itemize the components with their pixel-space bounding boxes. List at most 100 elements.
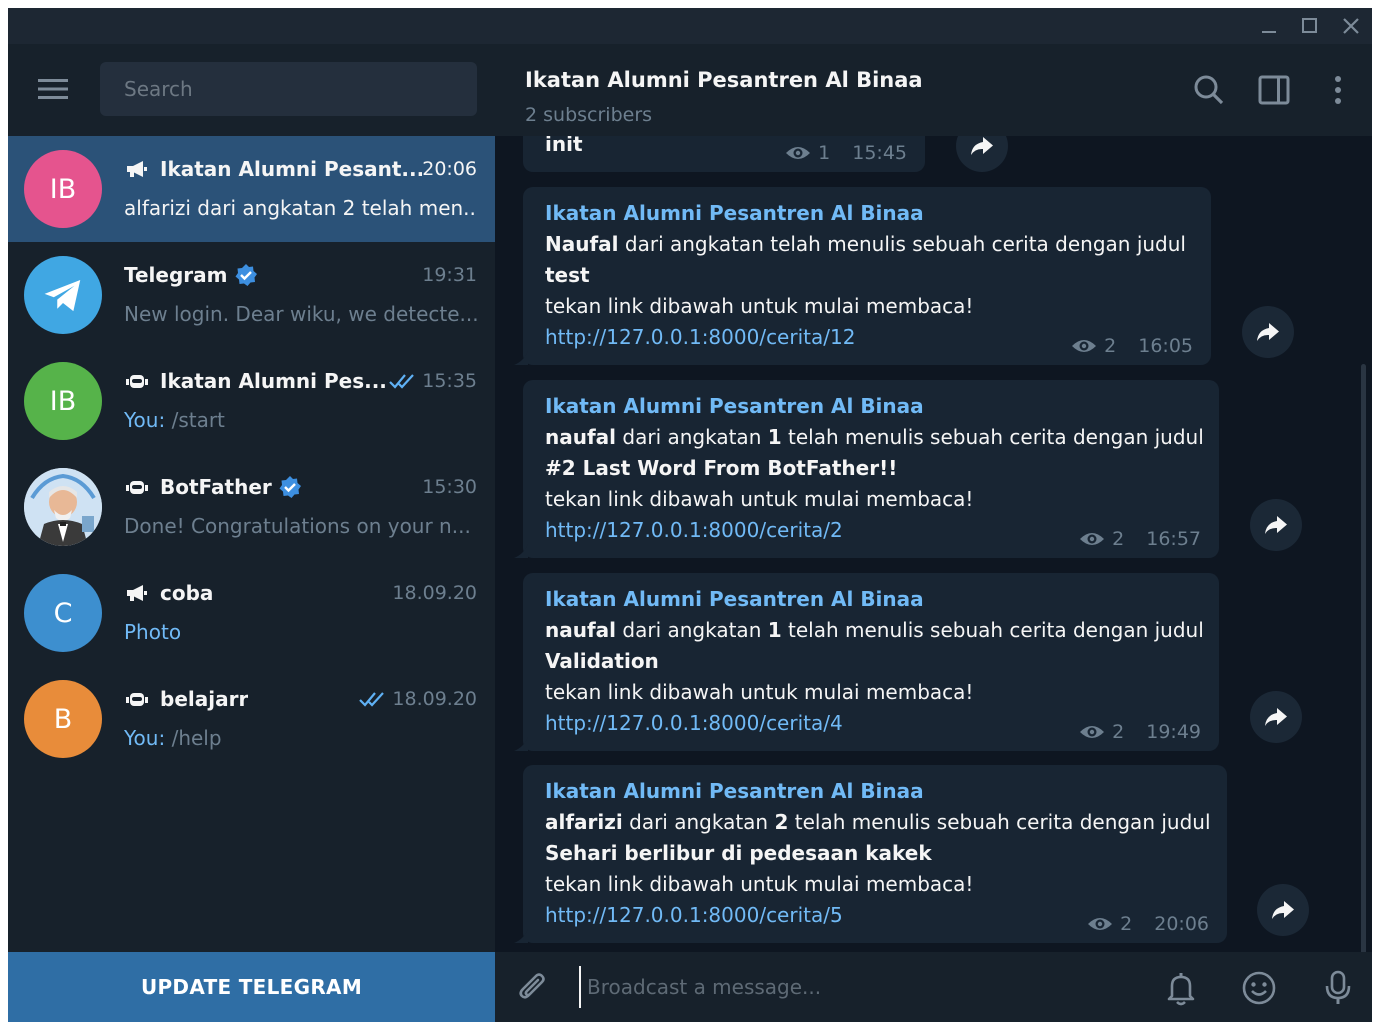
avatar: IB (24, 362, 102, 440)
message-input[interactable] (579, 966, 1139, 1008)
maximize-icon[interactable] (1294, 14, 1324, 38)
message-meta: 1 15:45 (784, 142, 907, 164)
forward-button[interactable] (1242, 306, 1294, 358)
notification-bell-icon[interactable] (1162, 969, 1200, 1007)
forward-button[interactable] (1250, 691, 1302, 743)
preview-text: /help (165, 726, 222, 750)
chat-preview: alfarizi dari angkatan 2 telah men... (124, 196, 477, 220)
story-title: test (545, 263, 590, 287)
double-check-icon (359, 692, 385, 707)
chat-list: IB Ikatan Alumni Pesant... 20:06 alfariz… (8, 136, 495, 772)
message-meta: 2 20:06 (1086, 913, 1209, 935)
author-name: naufal (545, 425, 617, 449)
chat-name: coba (160, 581, 214, 605)
more-options-icon[interactable] (1320, 72, 1356, 108)
views-count: 2 (1112, 721, 1125, 743)
message-line: Naufal dari angkatan telah menulis sebua… (545, 232, 1186, 256)
message-bubble: Ikatan Alumni Pesantren Al Binaa naufal … (514, 573, 1219, 751)
chat-preview: You: /start (124, 408, 477, 432)
bot-icon (126, 693, 148, 706)
conversation-panel: init 1 15:45 Ikatan Alumni Pesantren Al … (495, 44, 1372, 1022)
chat-preview: Photo (124, 620, 477, 644)
message-sender: Ikatan Alumni Pesantren Al Binaa (545, 587, 924, 611)
search-input[interactable] (100, 62, 477, 116)
message-line-text: dari angkatan (616, 618, 768, 642)
update-telegram-button[interactable]: UPDATE TELEGRAM (8, 952, 495, 1022)
forward-button[interactable] (1250, 499, 1302, 551)
forward-button[interactable] (1257, 884, 1309, 936)
views-count: 2 (1104, 335, 1117, 357)
story-title: Sehari berlibur di pedesaan kakek (545, 841, 932, 865)
chat-list-panel: IB Ikatan Alumni Pesant... 20:06 alfariz… (8, 44, 495, 1022)
avatar-initials: C (53, 597, 73, 629)
chat-item-ikatan-alumni-channel[interactable]: IB Ikatan Alumni Pesant... 20:06 alfariz… (8, 136, 495, 242)
chat-time: 19:31 (422, 264, 477, 286)
chat-name: belajarr (160, 687, 249, 711)
share-arrow-icon (1265, 516, 1287, 534)
chat-subtitle: 2 subscribers (525, 104, 653, 126)
story-link[interactable]: http://127.0.0.1:8000/cerita/2 (545, 518, 843, 542)
botfather-avatar-icon (24, 468, 102, 546)
megaphone-icon (127, 585, 147, 601)
chat-item-coba[interactable]: C coba 18.09.20 Photo (8, 560, 495, 666)
message-line-text: telah menulis sebuah cerita dengan judul (781, 425, 1204, 449)
double-check-icon (389, 374, 415, 389)
preview-you-label: You: (124, 726, 166, 750)
share-arrow-icon (971, 137, 993, 155)
message-time: 16:57 (1146, 528, 1201, 550)
search-icon[interactable] (1191, 72, 1227, 108)
preview-media-label: Photo (124, 620, 182, 644)
avatar-initials: B (53, 703, 73, 735)
minimize-icon[interactable] (1254, 14, 1284, 38)
message-time: 20:06 (1154, 913, 1209, 935)
chat-name: Telegram (124, 263, 228, 287)
chat-title[interactable]: Ikatan Alumni Pesantren Al Binaa (525, 68, 923, 92)
message-line-text: telah menulis sebuah cerita dengan judul (781, 618, 1204, 642)
message-instruction: tekan link dibawah untuk mulai membaca! (545, 294, 974, 318)
search-box (100, 62, 477, 116)
bubble-tail (514, 737, 528, 751)
chat-item-botfather[interactable]: BotFather 15:30 Done! Congratulations on… (8, 454, 495, 560)
views-count: 1 (818, 142, 831, 164)
chat-time: 18.09.20 (392, 582, 477, 604)
chat-item-belajarr[interactable]: B belajarr 18.09.20 You: /help (8, 666, 495, 772)
message-line: naufal dari angkatan 1 telah menulis seb… (545, 425, 1204, 449)
chat-time: 18.09.20 (392, 688, 477, 710)
message-meta: 2 16:57 (1078, 528, 1201, 550)
chat-item-telegram[interactable]: Telegram 19:31 New login. Dear wiku, we … (8, 242, 495, 348)
grade-number: 2 (774, 810, 789, 834)
bot-icon (126, 375, 148, 388)
chat-item-ikatan-alumni-bot[interactable]: IB Ikatan Alumni Pes... 15:35 You: /star… (8, 348, 495, 454)
emoji-smile-icon[interactable] (1240, 969, 1278, 1007)
message-instruction: tekan link dibawah untuk mulai membaca! (545, 680, 974, 704)
chat-preview: New login. Dear wiku, we detecte... (124, 302, 477, 326)
avatar-initials: IB (49, 385, 77, 417)
avatar (24, 256, 102, 334)
sidebar-toggle-icon[interactable] (1256, 72, 1292, 108)
title-bar (8, 8, 1372, 44)
message-bubble: Ikatan Alumni Pesantren Al Binaa alfariz… (514, 765, 1227, 943)
message-line-text: dari angkatan telah menulis sebuah cerit… (618, 232, 1186, 256)
bubble-tail (514, 929, 528, 943)
message-time: 16:05 (1138, 335, 1193, 357)
story-link[interactable]: http://127.0.0.1:8000/cerita/12 (545, 325, 855, 349)
attach-paperclip-icon[interactable] (515, 970, 551, 1006)
views-count: 2 (1120, 913, 1133, 935)
author-name: alfarizi (545, 810, 623, 834)
story-link[interactable]: http://127.0.0.1:8000/cerita/4 (545, 711, 843, 735)
avatar: B (24, 680, 102, 758)
chat-name: Ikatan Alumni Pesant... (160, 157, 423, 181)
close-icon[interactable] (1336, 14, 1366, 38)
chat-header: Ikatan Alumni Pesantren Al Binaa 2 subsc… (495, 44, 1372, 136)
story-link[interactable]: http://127.0.0.1:8000/cerita/5 (545, 903, 843, 927)
message-instruction: tekan link dibawah untuk mulai membaca! (545, 872, 974, 896)
hamburger-menu-icon[interactable] (36, 74, 70, 104)
microphone-icon[interactable] (1319, 969, 1357, 1007)
message-scrollbar[interactable] (1361, 364, 1366, 952)
share-arrow-icon (1265, 708, 1287, 726)
bubble-tail (514, 544, 528, 558)
views-eye-icon (1080, 533, 1105, 545)
chat-name: BotFather (160, 475, 272, 499)
avatar: C (24, 574, 102, 652)
avatar-initials: IB (49, 173, 77, 205)
